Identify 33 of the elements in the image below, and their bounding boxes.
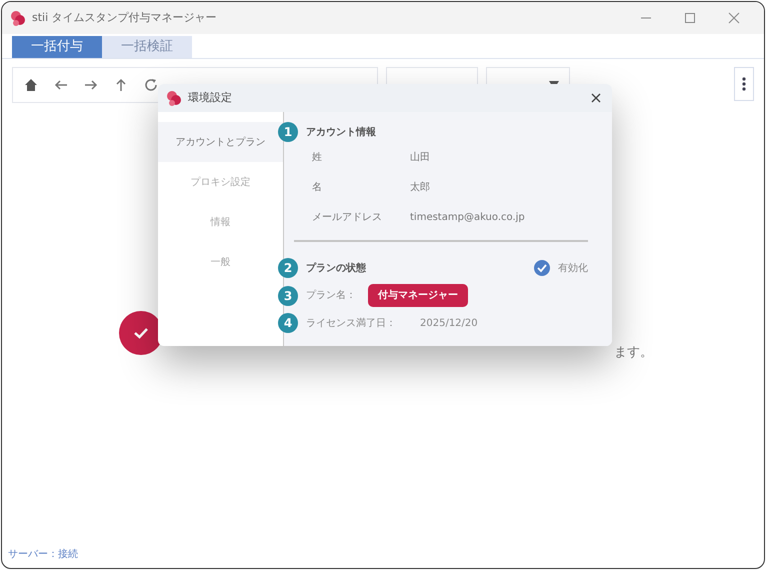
field-value: 2025/12/20 (420, 316, 478, 330)
more-icon (742, 76, 746, 92)
tab[interactable]: 一括付与 (12, 36, 102, 58)
step-marker: 3 (278, 286, 298, 306)
field-label: メールアドレス (312, 210, 383, 224)
field-value: 山田 (410, 150, 430, 164)
app-logo-icon (10, 10, 26, 26)
section-title: アカウント情報 (306, 126, 376, 140)
minimize-icon (641, 17, 651, 19)
dialog-title: 環境設定 (188, 90, 232, 106)
close-icon (726, 10, 742, 26)
more-button[interactable] (734, 67, 754, 101)
maximize-icon (682, 10, 698, 26)
home-icon[interactable] (23, 77, 39, 93)
field-label: 名 (312, 180, 323, 194)
field-label: プラン名： (306, 288, 356, 303)
message-text: ます。 (614, 344, 653, 362)
field-label: ライセンス満了日： (306, 316, 396, 330)
status-text: サーバー：接続 (8, 548, 78, 562)
step-marker: 2 (278, 258, 298, 278)
tab[interactable]: 一括検証 (102, 36, 192, 58)
field-value: timestamp@akuo.co.jp (410, 210, 525, 224)
field-value: 太郎 (410, 180, 430, 194)
window-title: stii タイムスタンプ付与マネージャー (32, 10, 217, 26)
app-logo-icon (166, 90, 182, 106)
sidebar-item[interactable]: アカウントとプラン (158, 122, 283, 162)
plan-badge: 付与マネージャー (368, 284, 468, 307)
step-marker: 1 (278, 122, 298, 142)
field-label: 姓 (312, 150, 323, 164)
refresh-icon[interactable] (143, 77, 159, 93)
status-label: 有効化 (558, 262, 588, 276)
section-title: プランの状態 (306, 261, 366, 276)
step-marker: 4 (278, 313, 298, 333)
